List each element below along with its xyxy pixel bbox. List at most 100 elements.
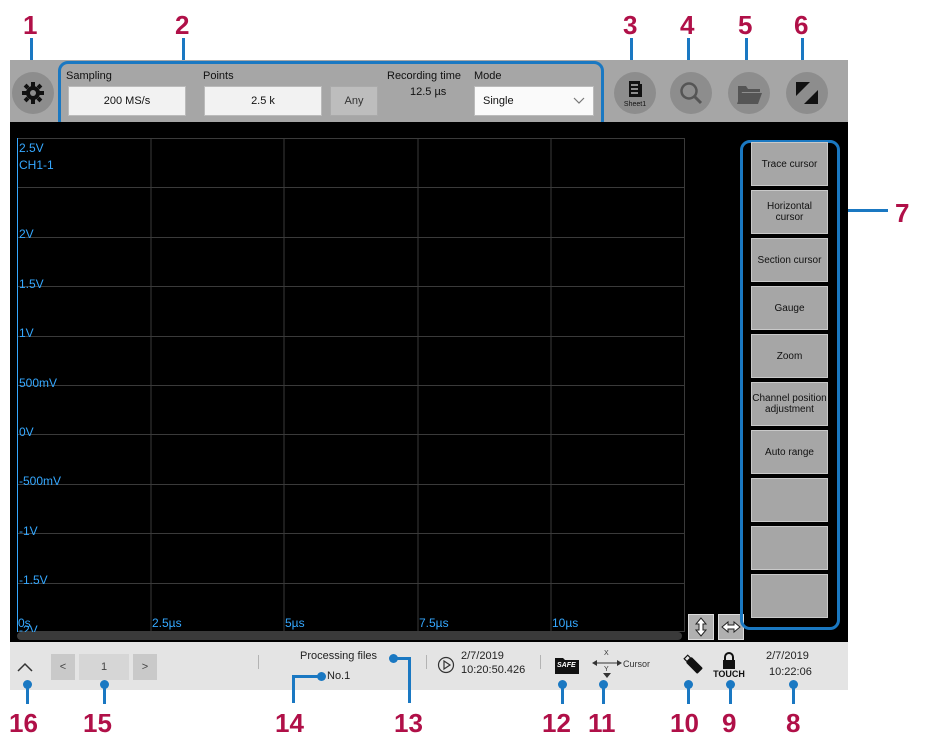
callout-15: 15 bbox=[83, 708, 112, 738]
sampling-field[interactable]: 200 MS/s bbox=[68, 86, 186, 116]
callout-14: 14 bbox=[275, 708, 304, 738]
callout-16: 16 bbox=[9, 708, 38, 738]
y-axis-tick-label: 0V bbox=[19, 425, 34, 439]
chevron-down-icon bbox=[573, 97, 585, 104]
safe-label: SAFE bbox=[557, 662, 576, 669]
side-menu-button[interactable] bbox=[751, 526, 828, 570]
leader-12 bbox=[561, 684, 564, 704]
y-axis-tick-label: 1.5V bbox=[19, 277, 44, 291]
y-axis-tick-label: 2.5V bbox=[19, 141, 44, 155]
side-menu-button[interactable] bbox=[751, 478, 828, 522]
start-time: 10:20:50.426 bbox=[461, 664, 526, 676]
folder-icon bbox=[737, 86, 762, 104]
processing-files-label: Processing files bbox=[300, 650, 378, 662]
channel-label: CH1-1 bbox=[19, 158, 54, 172]
side-menu-button[interactable]: Horizontal cursor bbox=[751, 190, 828, 234]
collapse-button[interactable] bbox=[14, 656, 36, 678]
separator bbox=[540, 655, 541, 669]
callout-13: 13 bbox=[394, 708, 423, 738]
side-menu-button[interactable]: Auto range bbox=[751, 430, 828, 474]
x-axis-tick-label: 10µs bbox=[552, 616, 579, 630]
callout-8: 8 bbox=[786, 708, 801, 738]
separator bbox=[258, 655, 259, 669]
y-axis-tick-label: 2V bbox=[19, 227, 34, 241]
recording-time-value: 12.5 µs bbox=[410, 86, 447, 98]
y-axis-tick-label: -1.5V bbox=[19, 573, 48, 587]
side-menu-button[interactable]: Zoom bbox=[751, 334, 828, 378]
callout-12: 12 bbox=[542, 708, 571, 738]
sampling-label: Sampling bbox=[66, 70, 112, 82]
sheet-button[interactable]: Sheet1 bbox=[614, 72, 656, 114]
callout-3: 3 bbox=[623, 10, 638, 40]
callout-2: 2 bbox=[175, 10, 190, 40]
y-axis-tick-label: 500mV bbox=[19, 376, 58, 390]
side-menu-button[interactable]: Channel position adjustment bbox=[751, 382, 828, 426]
open-folder-button[interactable] bbox=[728, 72, 770, 114]
display-size-button[interactable] bbox=[786, 72, 828, 114]
search-icon bbox=[680, 82, 703, 105]
horizontal-scrollbar[interactable] bbox=[17, 632, 682, 640]
search-button[interactable] bbox=[670, 72, 712, 114]
page-next-button[interactable]: > bbox=[133, 654, 157, 680]
page-number-field[interactable]: 1 bbox=[79, 654, 129, 680]
recording-time-label: Recording time bbox=[387, 70, 461, 82]
callout-6: 6 bbox=[794, 10, 809, 40]
separator bbox=[426, 655, 427, 669]
side-menu-button[interactable]: Gauge bbox=[751, 286, 828, 330]
any-button[interactable]: Any bbox=[330, 86, 378, 116]
vertical-arrows-icon bbox=[694, 617, 708, 637]
callout-1: 1 bbox=[23, 10, 38, 40]
side-menu-button[interactable]: Trace cursor bbox=[751, 142, 828, 186]
grid bbox=[17, 138, 685, 632]
usb-storage-indicator bbox=[681, 652, 705, 676]
callout-7: 7 bbox=[895, 198, 910, 228]
play-circle-icon bbox=[437, 656, 455, 674]
points-label: Points bbox=[203, 70, 234, 82]
leader-dot-14 bbox=[317, 672, 326, 681]
callout-4: 4 bbox=[680, 10, 695, 40]
cursor-y-label: Y bbox=[604, 666, 609, 673]
callout-9: 9 bbox=[722, 708, 737, 738]
resize-arrows-icon bbox=[796, 82, 818, 104]
clock-date: 2/7/2019 bbox=[766, 650, 809, 662]
callout-10: 10 bbox=[670, 708, 699, 738]
mode-label: Mode bbox=[474, 70, 502, 82]
x-axis-tick-label: 0s bbox=[18, 616, 31, 630]
points-field[interactable]: 2.5 k bbox=[204, 86, 322, 116]
sheet-label: Sheet1 bbox=[623, 101, 647, 108]
touch-lock-button[interactable]: TOUCH bbox=[712, 652, 746, 682]
leader-15 bbox=[103, 684, 106, 704]
cursor-label: Cursor bbox=[623, 659, 651, 669]
safe-save-indicator[interactable]: SAFE bbox=[554, 654, 580, 676]
y-axis-tick-label: -500mV bbox=[19, 474, 62, 488]
side-menu-button[interactable] bbox=[751, 574, 828, 618]
leader-10 bbox=[687, 684, 690, 704]
vertical-scroll-button[interactable] bbox=[688, 614, 714, 640]
lock-icon bbox=[723, 652, 735, 669]
mode-select[interactable]: Single bbox=[474, 86, 594, 116]
leader-13-v bbox=[408, 657, 411, 703]
leader-16 bbox=[26, 684, 29, 704]
leader-8 bbox=[792, 684, 795, 704]
gear-icon bbox=[22, 82, 44, 104]
settings-button[interactable] bbox=[12, 72, 54, 114]
callout-5: 5 bbox=[738, 10, 753, 40]
leader-9 bbox=[729, 684, 732, 704]
touch-label: TOUCH bbox=[713, 669, 745, 679]
clock-time: 10:22:06 bbox=[769, 666, 812, 678]
chevron-up-icon bbox=[17, 662, 33, 672]
mode-select-value: Single bbox=[483, 95, 514, 107]
y-axis-tick-label: -1V bbox=[19, 524, 38, 538]
waveform-graph[interactable] bbox=[17, 138, 685, 632]
y-axis-tick-label: 1V bbox=[19, 326, 34, 340]
usb-drive-icon bbox=[683, 654, 703, 674]
x-axis-tick-label: 2.5µs bbox=[152, 616, 182, 630]
cursor-xy-indicator[interactable]: X Y bbox=[592, 650, 622, 682]
cursor-x-label: X bbox=[604, 650, 609, 657]
leader-14 bbox=[292, 675, 320, 678]
leader-14-v bbox=[292, 675, 295, 703]
side-menu-button[interactable]: Section cursor bbox=[751, 238, 828, 282]
callout-11: 11 bbox=[588, 708, 616, 738]
leader-11 bbox=[602, 684, 605, 704]
page-prev-button[interactable]: < bbox=[51, 654, 75, 680]
